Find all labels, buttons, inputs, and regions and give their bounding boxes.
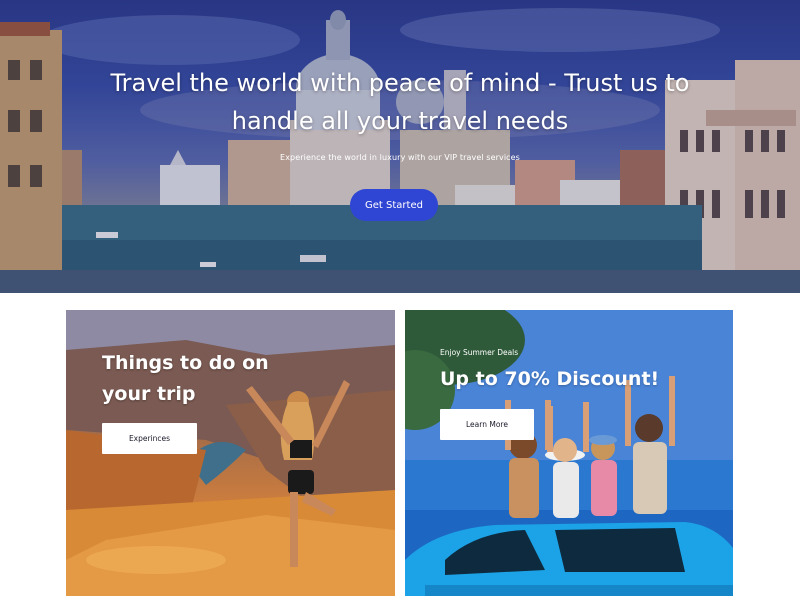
card-title: Things to do on your trip (102, 352, 269, 405)
hero-subtitle: Experience the world in luxury with our … (280, 153, 520, 162)
summer-deals-card[interactable]: Enjoy Summer Deals Up to 70% Discount! L… (405, 310, 733, 596)
learn-more-button[interactable]: Learn More (440, 409, 534, 440)
things-to-do-card[interactable]: Things to do on your trip Experinces (66, 310, 395, 596)
card-title: Up to 70% Discount! (440, 368, 660, 390)
hero-banner: Travel the world with peace of mind - Tr… (0, 0, 800, 293)
hero-overlay (0, 0, 800, 293)
get-started-button[interactable]: Get Started (350, 189, 438, 221)
card-kicker: Enjoy Summer Deals (440, 348, 519, 357)
hero-title: Travel the world with peace of mind - Tr… (110, 69, 690, 135)
experiences-button[interactable]: Experinces (102, 423, 197, 454)
